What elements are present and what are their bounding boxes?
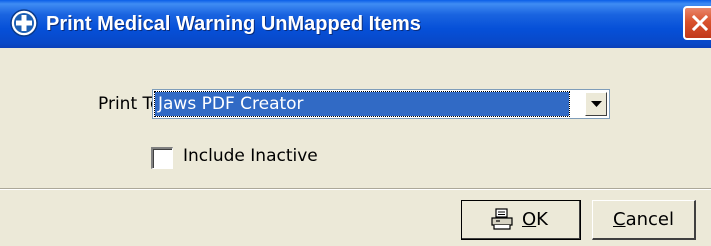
- dropdown-button[interactable]: [585, 92, 607, 116]
- title-bar[interactable]: Print Medical Warning UnMapped Items: [0, 0, 711, 48]
- dialog-body: Print To: Jaws PDF Creator Include Inact…: [0, 48, 711, 188]
- cancel-button[interactable]: Cancel: [592, 200, 696, 240]
- printer-select[interactable]: Jaws PDF Creator: [152, 89, 610, 119]
- printer-select-value[interactable]: Jaws PDF Creator: [154, 91, 570, 117]
- ok-button[interactable]: OK: [461, 200, 581, 240]
- window-title: Print Medical Warning UnMapped Items: [46, 13, 421, 35]
- printer-icon: [491, 208, 513, 230]
- close-button[interactable]: [683, 6, 711, 40]
- ok-button-label: OK: [522, 209, 548, 230]
- include-inactive-label[interactable]: Include Inactive: [183, 146, 318, 166]
- chevron-down-icon: [591, 101, 602, 107]
- medical-cross-icon: [10, 9, 38, 37]
- cancel-button-label: Cancel: [613, 209, 674, 230]
- print-dialog: Print Medical Warning UnMapped Items Pri…: [0, 0, 711, 246]
- dialog-footer: OK Cancel: [0, 190, 711, 246]
- close-icon: [691, 14, 709, 32]
- include-inactive-checkbox[interactable]: [151, 147, 173, 169]
